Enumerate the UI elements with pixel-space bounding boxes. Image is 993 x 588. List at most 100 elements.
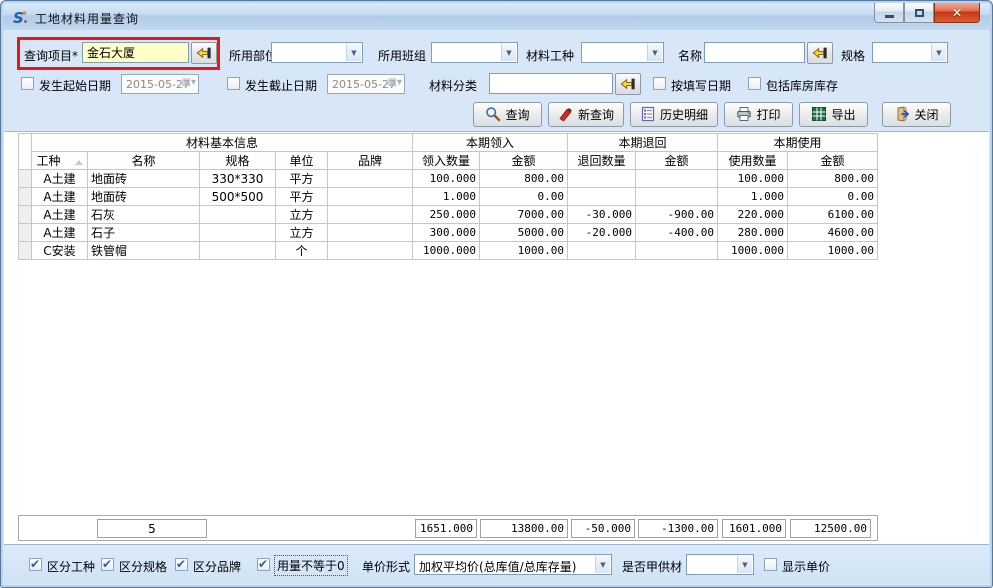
usage-nonzero-checkbox[interactable] (257, 558, 270, 571)
group-received[interactable]: 本期领入 (413, 134, 568, 152)
row-selector[interactable] (19, 242, 32, 260)
new-query-button[interactable]: 新查询 (548, 102, 624, 127)
group-used[interactable]: 本期使用 (718, 134, 878, 152)
end-date-picker[interactable]: 2015-05-27 ▦▾ (327, 74, 405, 94)
distinguish-trade-checkbox[interactable] (29, 558, 42, 571)
category-browse-button[interactable] (615, 73, 641, 95)
col-header-used-qty[interactable]: 使用数量 (718, 152, 788, 170)
toolbar: 查询 新查询 历史明细 打印 (4, 100, 989, 128)
svg-text:S: S (13, 9, 24, 26)
spec-label: 规格 (841, 47, 865, 64)
button-label: 打印 (756, 106, 780, 123)
price-mode-combobox[interactable]: 加权平均价(总库值/总库存量)▼ (414, 554, 612, 575)
sort-ascending-icon (75, 160, 83, 165)
col-header-name[interactable]: 名称 (88, 152, 200, 170)
start-date-checkbox[interactable] (21, 77, 34, 90)
col-header-spec[interactable]: 规格 (200, 152, 276, 170)
spec-combobox[interactable]: ▼ (872, 42, 948, 63)
owner-supplied-label: 是否甲供材 (622, 558, 682, 575)
project-label: 查询项目* (24, 47, 78, 64)
col-header-returned-qty[interactable]: 退回数量 (568, 152, 636, 170)
col-header-unit[interactable]: 单位 (276, 152, 328, 170)
project-input[interactable] (82, 42, 189, 63)
button-label: 导出 (831, 106, 855, 123)
include-warehouse-checkbox[interactable] (748, 77, 761, 90)
row-selector[interactable] (19, 170, 32, 188)
row-selector[interactable] (19, 206, 32, 224)
table-cell (568, 242, 636, 260)
by-fill-date-label: 按填写日期 (671, 77, 731, 94)
table-cell: 平方 (276, 188, 328, 206)
group-header-row: 材料基本信息 本期领入 本期退回 本期使用 (19, 134, 878, 152)
excel-export-icon (811, 106, 827, 122)
price-mode-value: 加权平均价(总库值/总库存量) (419, 558, 593, 575)
name-label: 名称 (678, 47, 702, 64)
col-header-returned-amount[interactable]: 金额 (636, 152, 718, 170)
table-cell: 个 (276, 242, 328, 260)
maximize-icon (915, 9, 924, 17)
distinguish-spec-checkbox[interactable] (101, 558, 114, 571)
print-button[interactable]: 打印 (724, 102, 793, 127)
table-cell: 0.00 (480, 188, 568, 206)
table-cell: A土建 (32, 170, 88, 188)
part-combobox[interactable]: ▼ (271, 42, 363, 63)
table-cell: 1.000 (413, 188, 480, 206)
selector-column-header (19, 134, 32, 170)
summary-received-qty: 1651.000 (415, 519, 477, 538)
table-row[interactable]: A土建地面砖500*500平方1.0000.001.0000.00 (19, 188, 878, 206)
col-header-trade[interactable]: 工种 (32, 152, 88, 170)
table-row[interactable]: A土建石灰立方250.0007000.00-30.000-900.00220.0… (19, 206, 878, 224)
history-detail-button[interactable]: 历史明细 (630, 102, 718, 127)
col-header-received-qty[interactable]: 领入数量 (413, 152, 480, 170)
button-label: 关闭 (914, 106, 938, 123)
category-input[interactable] (489, 73, 613, 94)
table-cell (328, 206, 413, 224)
include-warehouse-label: 包括库房库存 (766, 77, 838, 94)
table-cell (200, 206, 276, 224)
col-header-used-amount[interactable]: 金额 (788, 152, 878, 170)
group-returned[interactable]: 本期退回 (568, 134, 718, 152)
col-header-received-amount[interactable]: 金额 (480, 152, 568, 170)
close-window-button[interactable]: 关闭 (882, 102, 951, 127)
row-selector[interactable] (19, 224, 32, 242)
row-selector[interactable] (19, 188, 32, 206)
app-icon: S (11, 9, 28, 26)
show-price-checkbox[interactable] (764, 558, 777, 571)
distinguish-brand-label: 区分品牌 (193, 558, 241, 575)
col-header-brand[interactable]: 品牌 (328, 152, 413, 170)
summary-used-qty: 1601.000 (722, 519, 786, 538)
table-cell (568, 188, 636, 206)
minimize-button[interactable] (874, 3, 904, 23)
table-cell: 立方 (276, 206, 328, 224)
table-cell: 220.000 (718, 206, 788, 224)
table-cell: 500*500 (200, 188, 276, 206)
table-row[interactable]: C安装铁管帽个1000.0001000.001000.0001000.00 (19, 242, 878, 260)
button-label: 查询 (505, 106, 529, 123)
button-label: 历史明细 (660, 106, 708, 123)
start-date-picker[interactable]: 2015-05-27 ▦▾ (121, 74, 199, 94)
close-button[interactable]: ✕ (934, 3, 980, 23)
project-browse-button[interactable] (191, 42, 217, 64)
team-combobox[interactable]: ▼ (431, 42, 518, 63)
export-button[interactable]: 导出 (799, 102, 868, 127)
table-cell: 平方 (276, 170, 328, 188)
table-cell: -900.00 (636, 206, 718, 224)
owner-supplied-combobox[interactable]: ▼ (686, 554, 754, 575)
pick-hand-icon (196, 45, 212, 61)
chevron-down-icon: ▼ (931, 44, 946, 61)
table-row[interactable]: A土建地面砖330*330平方100.000800.00100.000800.0… (19, 170, 878, 188)
chevron-down-icon: ▼ (501, 44, 516, 61)
table-row[interactable]: A土建石子立方300.0005000.00-20.000-400.00280.0… (19, 224, 878, 242)
name-input[interactable] (704, 42, 805, 63)
by-fill-date-checkbox[interactable] (653, 77, 666, 90)
group-basic-info[interactable]: 材料基本信息 (32, 134, 413, 152)
name-browse-button[interactable] (807, 42, 833, 64)
maximize-button[interactable] (904, 3, 934, 23)
distinguish-brand-checkbox[interactable] (175, 558, 188, 571)
show-price-label: 显示单价 (782, 558, 830, 575)
end-date-checkbox[interactable] (227, 77, 240, 90)
trade-combobox[interactable]: ▼ (581, 42, 664, 63)
app-window: S 工地材料用量查询 ✕ 查询项目* 所用部位 ▼ 所用班组 ▼ 材料工种 ▼ … (0, 0, 993, 588)
window-controls: ✕ (874, 3, 980, 23)
query-button[interactable]: 查询 (473, 102, 542, 127)
